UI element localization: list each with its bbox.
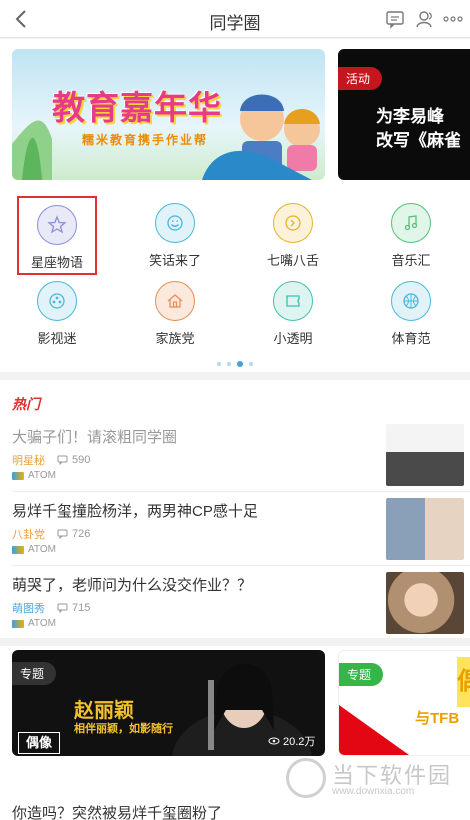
source-name: ATOM <box>28 618 56 629</box>
item-title: 易烊千玺撞脸杨洋，两男神CP感十足 <box>12 503 258 520</box>
featured-brand: 与TFB <box>415 710 460 727</box>
house-icon <box>155 281 195 321</box>
source-name: ATOM <box>28 470 56 481</box>
comment-icon <box>57 603 68 613</box>
category-label: 七嘴八舌 <box>266 253 319 268</box>
list-item[interactable]: 易烊千玺撞脸杨洋，两男神CP感十足 八卦党 726 ATOM <box>0 492 470 566</box>
featured-views: 20.2万 <box>268 733 315 749</box>
watermark-logo-icon <box>286 758 326 798</box>
category-label: 笑话来了 <box>148 253 201 268</box>
smile-icon <box>155 203 195 243</box>
featured-card-right[interactable]: 专题 偶 与TFB <box>338 650 470 756</box>
category-label: 星座物语 <box>30 255 83 270</box>
banner-carousel: 教育嘉年华 糯米教育携手作业帮 活动 为李易峰 改写《麻雀 <box>0 39 470 189</box>
category-item-yingshi[interactable]: 影视迷 <box>17 281 97 347</box>
category-item-qizui[interactable]: 七嘴八舌 <box>253 203 333 269</box>
star-icon <box>37 205 77 245</box>
item-thumbnail <box>386 572 464 634</box>
featured-tag: 专题 <box>339 663 384 686</box>
more-icon[interactable] <box>442 8 464 30</box>
music-icon <box>391 203 431 243</box>
comment-count: 590 <box>72 454 91 466</box>
category-label: 体育范 <box>391 331 431 346</box>
comment-count: 715 <box>72 602 91 614</box>
category-label: 家族党 <box>155 331 195 346</box>
source-logo-icon <box>12 619 24 628</box>
eye-icon <box>268 737 280 745</box>
top-bar: 同学圈 <box>0 0 470 38</box>
comment-icon <box>57 455 68 465</box>
featured-brand: 偶像 <box>18 732 60 754</box>
source-logo-icon <box>12 471 24 480</box>
category-item-xiaohua[interactable]: 笑话来了 <box>135 203 215 269</box>
item-meta: 萌图秀 715 <box>12 600 90 616</box>
film-icon <box>37 281 77 321</box>
hot-header: 热门 <box>12 394 40 414</box>
page-indicator <box>0 355 470 373</box>
featured-card-left[interactable]: 专题 赵丽颖 相伴丽颖，如影随行 偶像 20.2万 <box>12 650 325 756</box>
banner-headline: 教育嘉年华 <box>52 89 222 126</box>
featured-section: 专题 赵丽颖 相伴丽颖，如影随行 偶像 20.2万 专题 偶 与TFB 当下软件… <box>0 646 470 820</box>
featured-name: 赵丽颖 <box>74 700 134 722</box>
item-tag[interactable]: 萌图秀 <box>12 600 45 616</box>
item-source: ATOM <box>12 544 56 555</box>
banner-main[interactable]: 教育嘉年华 糯米教育携手作业帮 <box>12 49 325 180</box>
item-tag[interactable]: 明星秘 <box>12 452 45 468</box>
view-count: 20.2万 <box>283 736 316 748</box>
banner-side-line2: 改写《麻雀 <box>376 131 461 150</box>
featured-side-brand: 偶 <box>457 657 470 707</box>
watermark: 当下软件园 www.downxia.com <box>280 756 470 800</box>
comment-icon <box>57 529 68 539</box>
item-thumbnail <box>386 424 464 486</box>
category-label: 影视迷 <box>37 331 77 346</box>
featured-slogan: 相伴丽颖，如影随行 <box>74 723 173 735</box>
page-dot <box>227 361 231 366</box>
list-item[interactable]: 萌哭了，老师问为什么没交作业？？ 萌图秀 715 ATOM <box>0 566 470 640</box>
item-meta: 八卦党 726 <box>12 526 90 542</box>
item-source: ATOM <box>12 618 56 629</box>
category-item-tiyu[interactable]: 体育范 <box>371 281 451 347</box>
item-comments: 715 <box>57 602 90 614</box>
category-item-xingzuo[interactable]: 星座物语 <box>17 196 97 275</box>
article-title[interactable]: 你造吗？突然被易烊千玺圈粉了 <box>12 802 222 820</box>
list-item[interactable]: 大骗子们！请滚粗同学圈 明星秘 590 ATOM <box>0 418 470 492</box>
page-dot-active <box>237 360 243 367</box>
hot-section: 热门 大骗子们！请滚粗同学圈 明星秘 590 ATOM 易烊千玺撞脸杨洋，两男神… <box>0 380 470 638</box>
page-dot <box>249 361 253 366</box>
item-source: ATOM <box>12 470 56 481</box>
message-icon[interactable] <box>384 8 406 30</box>
watermark-url: www.downxia.com <box>332 786 415 797</box>
category-item-xiaotouming[interactable]: 小透明 <box>253 281 333 347</box>
item-thumbnail <box>386 498 464 560</box>
category-item-yinyue[interactable]: 音乐汇 <box>371 203 451 269</box>
category-item-jiazu[interactable]: 家族党 <box>135 281 215 347</box>
banner-side-line1: 为李易峰 <box>376 107 444 126</box>
featured-decoration <box>339 705 409 755</box>
featured-tag: 专题 <box>12 662 57 685</box>
comment-count: 726 <box>72 528 91 540</box>
category-label: 小透明 <box>273 331 313 346</box>
item-comments: 726 <box>57 528 90 540</box>
category-grid: 星座物语 笑话来了 七嘴八舌 音乐汇 影视迷 家族党 小透明 体育范 <box>0 189 470 372</box>
chat-icon <box>273 203 313 243</box>
banner-side-text: 为李易峰 改写《麻雀 <box>376 105 461 153</box>
item-tag[interactable]: 八卦党 <box>12 526 45 542</box>
category-label: 音乐汇 <box>391 253 431 268</box>
item-title: 萌哭了，老师问为什么没交作业？？ <box>12 577 253 594</box>
banner-side[interactable]: 活动 为李易峰 改写《麻雀 <box>338 49 470 180</box>
hot-header-label: 热门 <box>12 396 40 412</box>
source-logo-icon <box>12 545 24 554</box>
activity-tag: 活动 <box>338 67 383 90</box>
ball-icon <box>391 281 431 321</box>
ticket-icon <box>273 281 313 321</box>
page-dot <box>217 361 221 366</box>
item-comments: 590 <box>57 454 90 466</box>
source-name: ATOM <box>28 544 56 555</box>
user-icon[interactable] <box>414 8 436 30</box>
item-title: 大骗子们！请滚粗同学圈 <box>12 429 178 446</box>
banner-subline: 糯米教育携手作业帮 <box>82 133 209 147</box>
item-meta: 明星秘 590 <box>12 452 90 468</box>
